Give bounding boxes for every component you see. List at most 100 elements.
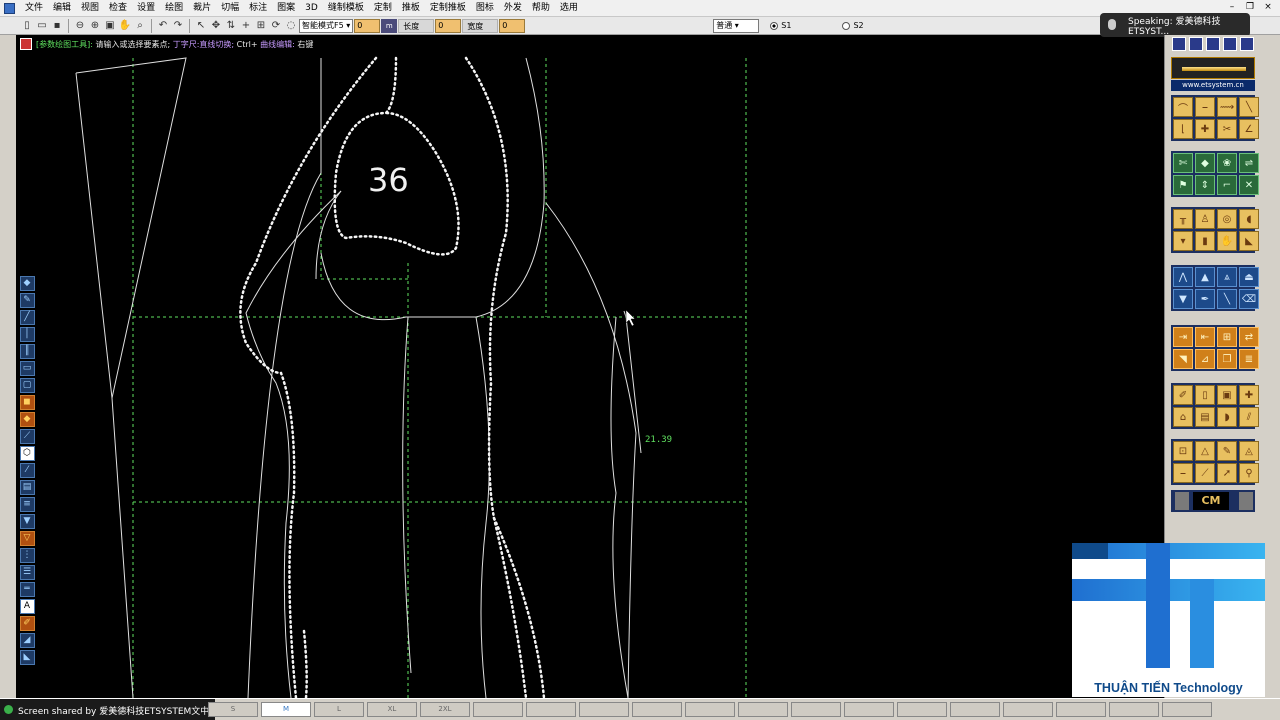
delete-tool-icon[interactable]: ✕ xyxy=(1239,175,1259,195)
export-tool-icon[interactable]: ⇥ xyxy=(1173,327,1193,347)
menu-edit[interactable]: 编辑 xyxy=(48,0,76,17)
mountain-tool-icon[interactable]: ▲ xyxy=(1195,267,1215,287)
pen-tool-icon[interactable]: ✎ xyxy=(19,293,35,308)
panel-toggle-icon[interactable] xyxy=(1172,37,1186,51)
lamp-tool-icon[interactable]: ⏏ xyxy=(1239,267,1259,287)
panel-toggle-icon[interactable] xyxy=(1189,37,1203,51)
plus-tool-icon[interactable]: ✚ xyxy=(1239,385,1259,405)
diamond-tool-icon[interactable]: ◆ xyxy=(1195,153,1215,173)
arrow-scale-icon[interactable]: ➚ xyxy=(1217,463,1237,483)
line-tool-icon[interactable]: ╱ xyxy=(19,310,35,325)
size-cell[interactable] xyxy=(1003,702,1053,717)
parallel-line-icon[interactable]: ║ xyxy=(19,344,35,359)
preset-chip[interactable]: m xyxy=(381,18,398,33)
scissor-tool-icon[interactable]: ✂ xyxy=(1217,119,1237,139)
tag-tool-icon[interactable]: ⌂ xyxy=(1173,407,1193,427)
mode-select[interactable]: 智能模式F5 ▾ xyxy=(299,18,354,33)
flag-tool-icon[interactable]: ⚑ xyxy=(1173,175,1193,195)
size-cell[interactable]: 2XL xyxy=(420,702,470,717)
width-field[interactable]: 0 xyxy=(499,18,526,33)
grid-icon[interactable]: ⊞ xyxy=(254,19,268,33)
size-cell[interactable] xyxy=(950,702,1000,717)
layer-tool-icon[interactable]: ≡ xyxy=(19,497,35,512)
zoom-window-icon[interactable]: ⌕ xyxy=(133,19,147,33)
fill-tool-icon[interactable]: ◼ xyxy=(19,395,35,410)
size-cell[interactable] xyxy=(526,702,576,717)
menu-sewing-template[interactable]: 缝制模板 xyxy=(323,0,369,17)
person-tool-icon[interactable]: ♙ xyxy=(1195,209,1215,229)
save-icon[interactable]: ▪ xyxy=(50,19,64,33)
shape-tool-icon[interactable]: ◆ xyxy=(19,412,35,427)
menu-3d[interactable]: 3D xyxy=(300,0,323,17)
calculator-icon[interactable] xyxy=(1239,492,1253,510)
menu-draw[interactable]: 绘图 xyxy=(160,0,188,17)
vertical-line-icon[interactable]: │ xyxy=(19,327,35,342)
frog-tool-icon[interactable]: ❀ xyxy=(1217,153,1237,173)
curve-tool-icon[interactable]: ⌒ xyxy=(1173,97,1193,117)
unit-swatch[interactable] xyxy=(1175,492,1189,510)
radio-s1[interactable]: S1 xyxy=(770,21,791,30)
frame-tool-icon[interactable]: ▣ xyxy=(1217,385,1237,405)
hook-tool-icon[interactable]: ⚲ xyxy=(1239,463,1259,483)
size-cell[interactable]: XL xyxy=(367,702,417,717)
line-type-select[interactable]: 普通 ▾ xyxy=(713,18,760,33)
boot-piece-icon[interactable]: ◣ xyxy=(1239,231,1259,251)
radio-s2[interactable]: S2 xyxy=(842,21,864,30)
redo-icon[interactable]: ↷ xyxy=(171,19,185,33)
menu-settings[interactable]: 设置 xyxy=(132,0,160,17)
double-dart-icon[interactable]: ⩓ xyxy=(1217,267,1237,287)
split-tool-icon[interactable]: ⇌ xyxy=(1239,153,1259,173)
knife-tool-icon[interactable]: ◢ xyxy=(19,633,35,648)
import-tool-icon[interactable]: ⇤ xyxy=(1195,327,1215,347)
text-tool-icon[interactable]: A xyxy=(19,599,35,614)
pocket-tool-icon[interactable]: ▮ xyxy=(1195,231,1215,251)
stripe-tool-icon[interactable]: ☰ xyxy=(19,565,35,580)
menu-grading[interactable]: 推板 xyxy=(397,0,425,17)
size-cell[interactable]: L xyxy=(314,702,364,717)
zoom-out-icon[interactable]: ⊖ xyxy=(73,19,87,33)
stack-tool-icon[interactable]: ≣ xyxy=(1239,349,1259,369)
triangle-tool-icon[interactable]: △ xyxy=(1195,441,1215,461)
move-icon[interactable]: ✥ xyxy=(209,19,223,33)
size-cell[interactable]: S xyxy=(208,702,258,717)
measure-pen-icon[interactable]: ✎ xyxy=(1217,441,1237,461)
pot-tool-icon[interactable]: ◖ xyxy=(1239,209,1259,229)
rotate-icon[interactable]: ⟳ xyxy=(269,19,283,33)
ruler-tool-icon[interactable]: ⎯ xyxy=(1195,97,1215,117)
zoom-in-icon[interactable]: ⊕ xyxy=(88,19,102,33)
needle-tool-icon[interactable]: ⟿ xyxy=(1217,97,1237,117)
swap-tool-icon[interactable]: ⇄ xyxy=(1239,327,1259,347)
menu-view[interactable]: 视图 xyxy=(76,0,104,17)
vertical-edit-icon[interactable]: ⇕ xyxy=(1195,175,1215,195)
polygon-tool-icon[interactable]: ⬡ xyxy=(19,446,35,461)
crosshair-icon[interactable]: + xyxy=(239,19,253,33)
menu-file[interactable]: 文件 xyxy=(20,0,48,17)
column-tool-icon[interactable]: ▯ xyxy=(1195,385,1215,405)
double-line-icon[interactable]: ═ xyxy=(19,582,35,597)
line-scale-icon[interactable]: ⎯ xyxy=(1173,463,1193,483)
tape-tool-icon[interactable]: ⫽ xyxy=(1239,407,1259,427)
fold-tool-icon[interactable]: ⋀ xyxy=(1173,267,1193,287)
spiral-tool-icon[interactable]: ◎ xyxy=(1217,209,1237,229)
menu-outsource[interactable]: 外发 xyxy=(499,0,527,17)
menu-select[interactable]: 选用 xyxy=(555,0,583,17)
menu-annotate[interactable]: 标注 xyxy=(244,0,272,17)
drop-tool-icon[interactable]: ◣ xyxy=(19,650,35,665)
restore-icon[interactable]: ❐ xyxy=(1244,2,1256,12)
seam-tool-icon[interactable]: ⋮ xyxy=(19,548,35,563)
menu-help[interactable]: 帮助 xyxy=(527,0,555,17)
lock-tool-icon[interactable]: ⊡ xyxy=(1173,441,1193,461)
size-cell[interactable] xyxy=(1162,702,1212,717)
zoom-fit-icon[interactable]: ▣ xyxy=(103,19,117,33)
angle-tool-icon[interactable]: ∠ xyxy=(1239,119,1259,139)
size-cell[interactable]: M xyxy=(261,702,311,717)
slash-tool-icon[interactable]: ⁄ xyxy=(19,463,35,478)
dart-tool-icon[interactable]: ▼ xyxy=(19,514,35,529)
size-cell[interactable] xyxy=(897,702,947,717)
size-cell[interactable] xyxy=(473,702,523,717)
drop-tool-icon[interactable]: ◬ xyxy=(1239,441,1259,461)
menu-check[interactable]: 检查 xyxy=(104,0,132,17)
grid-piece-icon[interactable]: ⊞ xyxy=(1217,327,1237,347)
sleeve-tool-icon[interactable]: ◗ xyxy=(1217,407,1237,427)
rectangle-tool-icon[interactable]: ▭ xyxy=(19,361,35,376)
